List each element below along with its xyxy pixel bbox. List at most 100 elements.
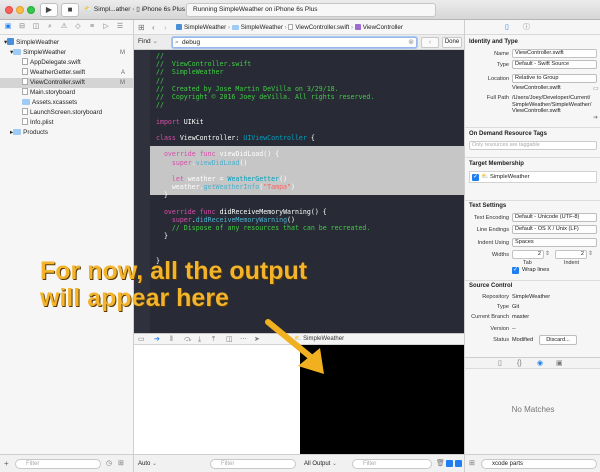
code-line[interactable]: }	[156, 191, 168, 199]
variables-filter-input[interactable]: Filter	[210, 459, 296, 469]
console-output-selector[interactable]: All Output ⌄	[304, 459, 337, 469]
debug-navigator-icon[interactable]: ≡	[87, 23, 97, 31]
pause-icon[interactable]: ‖	[170, 335, 173, 344]
find-done-button[interactable]: Done	[442, 37, 462, 48]
code-line[interactable]: //	[156, 101, 164, 109]
stop-button[interactable]: ■	[61, 3, 79, 17]
code-line[interactable]: }	[156, 232, 168, 240]
folder-icon[interactable]: ▭	[593, 85, 599, 92]
step-out-icon[interactable]: ⤒	[212, 335, 215, 344]
discard-button[interactable]: Discard...	[539, 335, 577, 345]
file-template-icon[interactable]: ▯	[498, 359, 502, 368]
nav-item-group[interactable]: ▾ SimpleWeather M	[0, 48, 133, 58]
location-icon[interactable]: ➤	[254, 335, 260, 344]
code-line[interactable]: override func viewDidLoad() {	[156, 150, 279, 158]
code-line[interactable]: // Dispose of any resources that can be …	[156, 224, 371, 232]
breadcrumb-item[interactable]: ViewController	[363, 24, 403, 31]
code-line[interactable]: weather.getWeatherInfo("Tampa")	[156, 183, 295, 191]
step-in-icon[interactable]: ⤓	[198, 335, 201, 344]
grid-view-icon[interactable]: ⊞	[469, 459, 475, 469]
nav-item-file[interactable]: Info.plist	[0, 118, 133, 128]
split-right-icon[interactable]	[455, 460, 462, 467]
type-popup[interactable]: Default - Swift Source	[512, 60, 597, 69]
memory-graph-icon[interactable]: ⋯	[240, 335, 247, 344]
name-field[interactable]: ViewController.swift	[512, 49, 597, 58]
nav-item-file[interactable]: AppDelegate.swift	[0, 58, 133, 68]
breakpoint-navigator-icon[interactable]: ▷	[101, 23, 111, 31]
code-line[interactable]: // Created by Jose Martin DeVilla on 3/2…	[156, 85, 339, 93]
close-window-button[interactable]	[5, 6, 13, 14]
view-hierarchy-icon[interactable]: ◫	[226, 335, 233, 344]
find-navigator-icon[interactable]: ⌕	[45, 23, 55, 31]
code-line[interactable]: // Copyright © 2016 Joey deVilla. All ri…	[156, 93, 374, 101]
file-inspector-icon[interactable]: ▯	[505, 23, 509, 32]
code-line[interactable]: super.didReceiveMemoryWarning()	[156, 216, 295, 224]
code-line[interactable]: super.viewDidLoad()	[156, 159, 247, 167]
source-control-navigator-icon[interactable]: ⊟	[17, 23, 27, 31]
nav-item-file[interactable]: Main.storyboard	[0, 88, 133, 98]
nav-item-file[interactable]: Assets.xcassets	[0, 98, 133, 108]
nav-item-file[interactable]: LaunchScreen.storyboard	[0, 108, 133, 118]
code-line[interactable]: //	[156, 77, 164, 85]
back-arrow-icon[interactable]: ‹	[152, 23, 155, 32]
encoding-popup[interactable]: Default - Unicode (UTF-8)	[512, 213, 597, 222]
find-previous-button[interactable]: ‹	[421, 37, 439, 48]
indent-width-field[interactable]: 2	[555, 250, 587, 259]
find-mode-selector[interactable]: Find ⌄	[138, 38, 158, 46]
code-line[interactable]: // ViewController.swift	[156, 60, 251, 68]
odr-tags-field[interactable]: Only resources are taggable	[469, 141, 597, 150]
indent-width-stepper[interactable]: ⇕	[588, 250, 593, 259]
location-popup[interactable]: Relative to Group	[512, 74, 597, 83]
test-navigator-icon[interactable]: ◇	[73, 23, 83, 31]
find-input[interactable]: ⌕ debug ⊗	[172, 37, 417, 48]
forward-arrow-icon[interactable]: ›	[164, 23, 167, 32]
breadcrumb-item[interactable]: ViewController.swift	[295, 24, 349, 31]
membership-checkbox[interactable]: ✓	[472, 174, 479, 181]
zoom-window-button[interactable]	[27, 6, 35, 14]
navigator-filter-input[interactable]: Filter	[15, 459, 101, 469]
library-filter-input[interactable]: xcode parts	[481, 459, 597, 469]
issue-navigator-icon[interactable]: ⚠	[59, 23, 69, 31]
nav-item-file[interactable]: WeatherGetter.swift A	[0, 68, 133, 78]
step-over-icon[interactable]: ⤼	[184, 335, 191, 344]
tab-width-stepper[interactable]: ⇕	[545, 250, 550, 259]
code-line[interactable]: override func didReceiveMemoryWarning() …	[156, 208, 327, 216]
report-navigator-icon[interactable]: ☰	[115, 23, 125, 31]
code-line[interactable]: let weather = WeatherGetter()	[156, 175, 287, 183]
wrap-lines-checkbox[interactable]: ✓	[512, 267, 519, 274]
indent-using-popup[interactable]: Spaces	[512, 238, 597, 247]
code-snippet-icon[interactable]: {}	[517, 359, 522, 368]
quick-help-icon[interactable]: ⓘ	[523, 23, 530, 32]
breadcrumb-item[interactable]: SimpleWeather	[241, 24, 283, 31]
nav-item-group[interactable]: ▸ Products	[0, 128, 133, 138]
trash-icon[interactable]: 🗑	[436, 459, 445, 469]
split-left-icon[interactable]	[446, 460, 453, 467]
nav-item-project[interactable]: ▾ SimpleWeather	[0, 38, 133, 48]
recent-files-icon[interactable]: ◷	[106, 459, 112, 467]
project-navigator-icon[interactable]: ▣	[3, 23, 13, 31]
media-library-icon[interactable]: ▣	[556, 359, 563, 368]
add-icon[interactable]: +	[4, 459, 9, 468]
breakpoints-toggle-icon[interactable]: ➔	[154, 335, 160, 344]
object-library-icon[interactable]: ◉	[537, 359, 543, 368]
breadcrumb-item[interactable]: SimpleWeather	[184, 24, 226, 31]
nav-item-file-selected[interactable]: ViewController.swift M	[0, 78, 133, 88]
hide-debug-area-icon[interactable]: ▭	[138, 335, 145, 344]
console-filter-input[interactable]: Filter	[352, 459, 432, 469]
tab-width-field[interactable]: 2	[512, 250, 544, 259]
scheme-selector[interactable]: ⛅ Simpl...ather › ▯ iPhone 6s Plus	[84, 3, 185, 17]
symbol-navigator-icon[interactable]: ◫	[31, 23, 41, 31]
scm-filter-icon[interactable]: ⊞	[118, 459, 124, 467]
minimize-window-button[interactable]	[16, 6, 24, 14]
code-token: ()	[279, 175, 288, 183]
related-items-icon[interactable]: ⊞	[138, 23, 145, 32]
code-line[interactable]: // SimpleWeather	[156, 68, 224, 76]
code-line[interactable]: //	[156, 52, 164, 60]
code-line[interactable]: import UIKit	[156, 118, 204, 126]
code-line[interactable]: class ViewController: UIViewController {	[156, 134, 315, 142]
reveal-in-finder-icon[interactable]: ➔	[593, 114, 598, 121]
line-endings-popup[interactable]: Default - OS X / Unix (LF)	[512, 225, 597, 234]
variables-scope-selector[interactable]: Auto ⌄	[138, 459, 157, 469]
run-button[interactable]: ▶	[40, 3, 58, 17]
clear-icon[interactable]: ⊗	[408, 38, 414, 47]
